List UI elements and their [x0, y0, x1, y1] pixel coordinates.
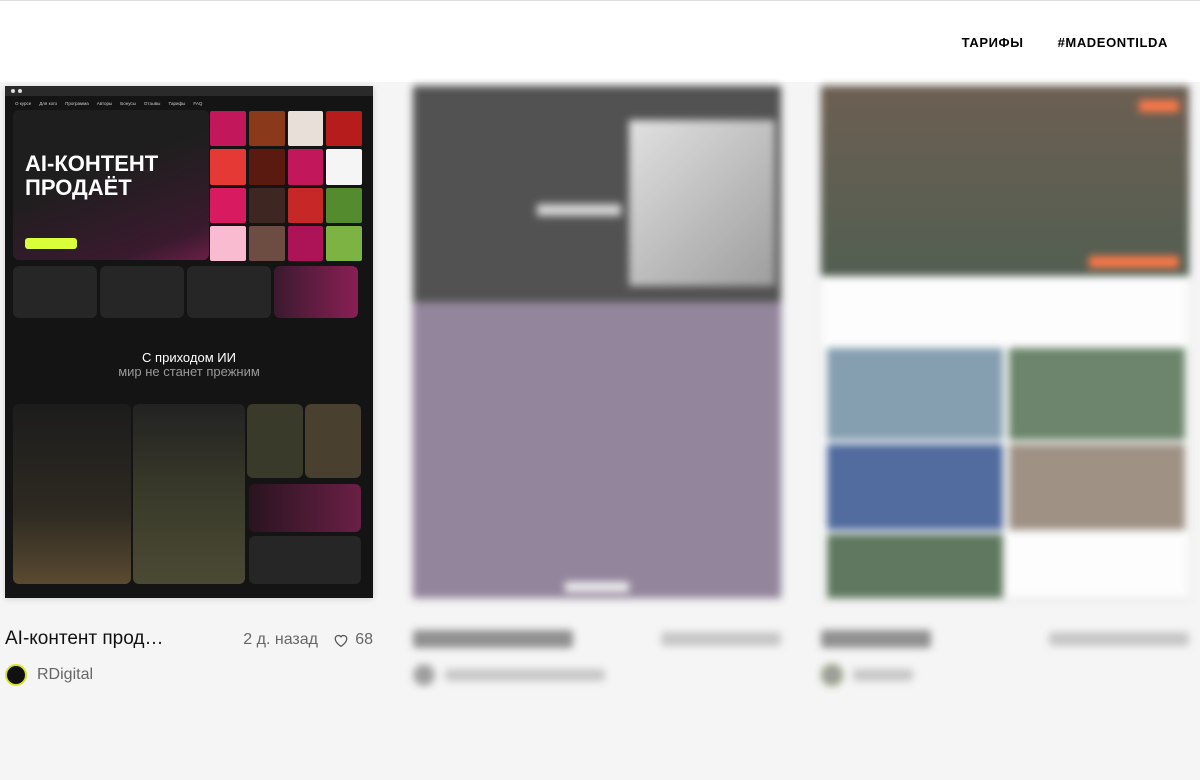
card-title[interactable]: AI-контент прод… — [5, 628, 164, 650]
preview-menu: О курсе Для кого Программа Авторы Бонусы От… — [15, 100, 203, 106]
preview-section-title: С приходом ИИ — [142, 350, 236, 365]
avatar — [821, 664, 843, 686]
nav-item-tariffs[interactable]: ТАРИФЫ — [962, 35, 1024, 50]
project-thumbnail[interactable]: О курсе Для кого Программа Авторы Бонусы От… — [5, 86, 373, 598]
card-author[interactable] — [413, 664, 605, 686]
preview-feature — [274, 266, 358, 318]
main-nav: ТАРИФЫ #MADEONTILDA Б — [962, 35, 1200, 50]
preview-photo — [247, 404, 303, 478]
preview-photo — [133, 404, 245, 584]
preview-image-grid — [210, 111, 362, 261]
card-meta: AI-контент прод… 2 д. назад 68 — [5, 626, 373, 656]
project-card[interactable] — [821, 86, 1189, 686]
like-button[interactable]: 68 — [333, 631, 373, 649]
heart-icon — [334, 634, 348, 647]
avatar — [5, 664, 27, 686]
preview-panel — [249, 484, 361, 532]
author-name: RDigital — [37, 666, 94, 683]
card-date: 2 д. назад — [243, 631, 318, 648]
card-meta — [413, 626, 781, 656]
preview-photo — [13, 404, 131, 584]
preview-cta — [25, 238, 77, 249]
preview-photo — [305, 404, 361, 478]
preview-panel — [249, 536, 361, 584]
project-thumbnail[interactable] — [821, 86, 1189, 598]
like-count: 68 — [355, 631, 373, 648]
card-meta — [821, 626, 1189, 656]
project-card[interactable] — [413, 86, 781, 686]
top-navigation-bar: ТАРИФЫ #MADEONTILDA Б — [0, 0, 1200, 82]
avatar — [413, 664, 435, 686]
preview-section-subtitle: мир не станет прежним — [118, 364, 260, 379]
card-author[interactable] — [821, 664, 913, 686]
preview-feature — [100, 266, 184, 318]
card-author[interactable]: RDigital — [5, 664, 93, 686]
preview-feature — [13, 266, 97, 318]
preview-headline: AI-КОНТЕНТ ПРОДАЁТ — [25, 151, 159, 200]
project-thumbnail[interactable] — [413, 86, 781, 598]
browser-bar — [5, 86, 373, 96]
project-card[interactable]: О курсе Для кого Программа Авторы Бонусы От… — [5, 86, 373, 686]
nav-item-madeontilda[interactable]: #MADEONTILDA — [1058, 35, 1168, 50]
preview-feature — [187, 266, 271, 318]
